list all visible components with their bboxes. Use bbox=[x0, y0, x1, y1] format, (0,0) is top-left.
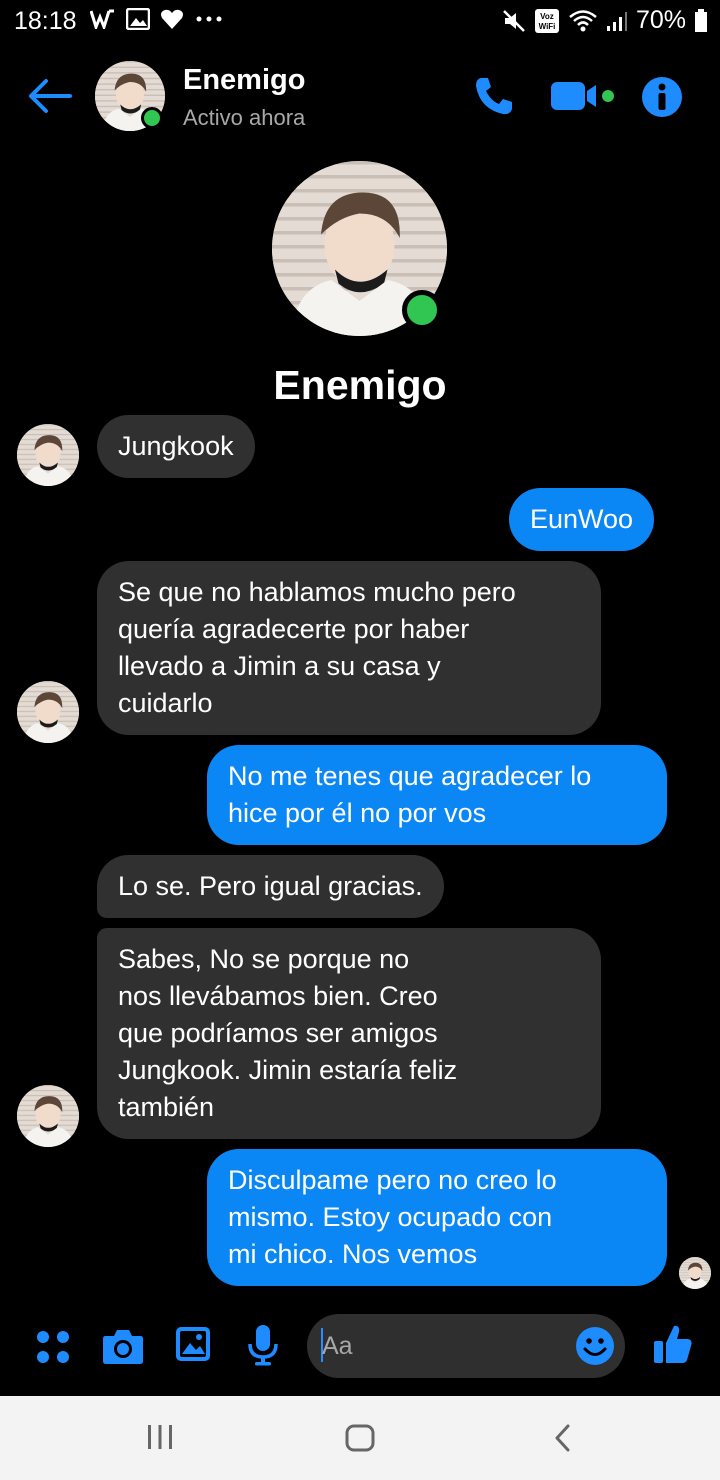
sender-avatar[interactable] bbox=[17, 681, 79, 743]
phone-icon[interactable] bbox=[472, 74, 516, 118]
message-incoming[interactable]: Se que no hablamos mucho pero quería agr… bbox=[97, 561, 601, 735]
sender-avatar[interactable] bbox=[17, 1085, 79, 1147]
message-composer: Aa bbox=[0, 1305, 720, 1390]
back-arrow-icon[interactable] bbox=[26, 76, 72, 116]
video-camera-icon[interactable] bbox=[550, 78, 616, 114]
status-time: 18:18 bbox=[14, 7, 77, 35]
message-input[interactable]: Aa bbox=[307, 1314, 625, 1378]
message-incoming[interactable]: Lo se. Pero igual gracias. bbox=[97, 855, 444, 918]
message-incoming[interactable]: Jungkook bbox=[97, 415, 255, 478]
contact-name[interactable]: Enemigo bbox=[183, 64, 305, 97]
heart-icon bbox=[161, 9, 183, 30]
svg-text:WiFi: WiFi bbox=[539, 22, 556, 31]
svg-text:Voz: Voz bbox=[540, 12, 554, 21]
battery-percent: 70% bbox=[635, 6, 686, 34]
signal-icon bbox=[606, 11, 627, 31]
home-icon[interactable] bbox=[345, 1424, 375, 1452]
profile-online-indicator bbox=[402, 290, 442, 330]
more-dots-icon bbox=[196, 16, 222, 22]
info-icon[interactable] bbox=[641, 76, 683, 118]
sender-avatar[interactable] bbox=[17, 424, 79, 486]
gallery-icon[interactable] bbox=[175, 1326, 211, 1362]
message-outgoing[interactable]: Disculpame pero no creo lo mismo. Estoy … bbox=[207, 1149, 667, 1286]
read-receipt-avatar bbox=[679, 1257, 711, 1289]
contact-status: Activo ahora bbox=[183, 105, 306, 130]
microphone-icon[interactable] bbox=[247, 1324, 279, 1366]
message-incoming[interactable]: Sabes, No se porque no nos llevábamos bi… bbox=[97, 928, 601, 1139]
apps-grid-icon[interactable] bbox=[36, 1330, 70, 1364]
battery-icon bbox=[695, 8, 707, 32]
message-input-placeholder: Aa bbox=[322, 1332, 353, 1360]
image-icon bbox=[126, 8, 150, 30]
wifi-icon bbox=[569, 9, 597, 31]
message-outgoing[interactable]: No me tenes que agradecer lo hice por él… bbox=[207, 745, 667, 845]
mute-icon bbox=[503, 9, 525, 32]
profile-name: Enemigo bbox=[273, 362, 447, 408]
camera-icon[interactable] bbox=[102, 1327, 144, 1365]
w-icon bbox=[90, 9, 114, 29]
system-nav-bar bbox=[0, 1396, 720, 1480]
thumbs-up-icon[interactable] bbox=[653, 1323, 693, 1365]
status-bar: 18:18 Voz WiFi 70% bbox=[0, 0, 720, 44]
emoji-icon[interactable] bbox=[575, 1326, 615, 1366]
recent-apps-icon[interactable] bbox=[146, 1424, 174, 1450]
volte-wifi-icon: VozWiFi bbox=[534, 8, 559, 33]
message-outgoing[interactable]: EunWoo bbox=[509, 488, 655, 551]
nav-back-icon[interactable] bbox=[553, 1424, 571, 1452]
chat-header: Enemigo Activo ahora bbox=[0, 52, 720, 142]
online-indicator bbox=[141, 107, 163, 129]
